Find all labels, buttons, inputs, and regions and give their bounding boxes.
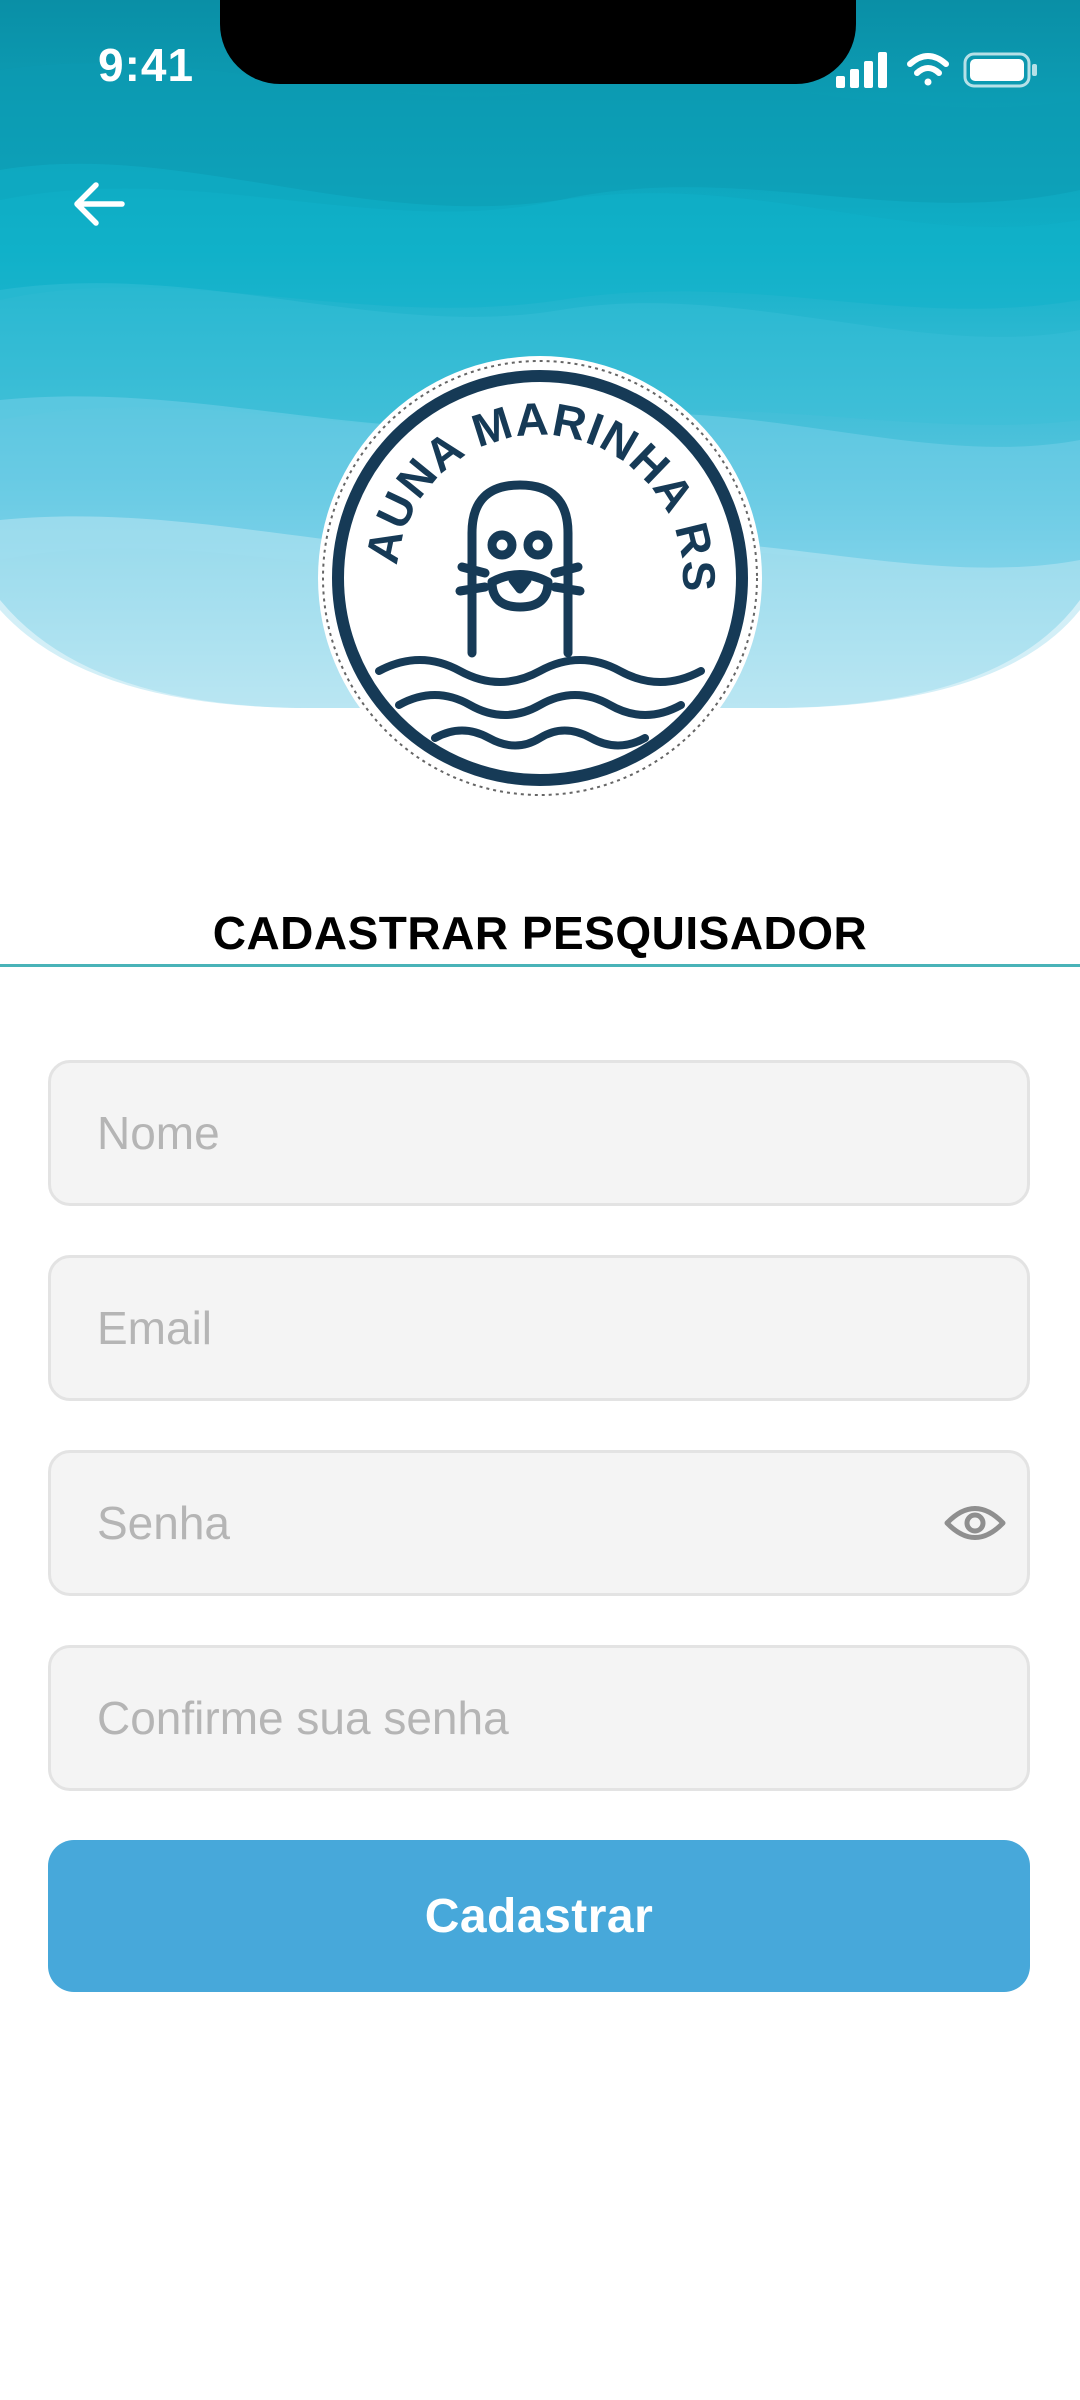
page-title: CADASTRAR PESQUISADOR [212,907,868,959]
arrow-left-icon [74,182,125,226]
cellular-signal-icon [836,52,887,88]
name-input[interactable] [51,1063,1027,1203]
password-input[interactable] [51,1453,1027,1593]
title-divider [0,964,1080,967]
status-icons [836,52,1037,88]
battery-icon [963,52,1037,88]
email-field [48,1255,1030,1401]
fauna-marinha-logo: FAUNA MARINHA RS [317,355,762,800]
wifi-icon [907,53,949,86]
password-field [48,1450,1030,1596]
name-field [48,1060,1030,1206]
eye-icon[interactable] [943,1498,1007,1548]
email-input[interactable] [51,1258,1027,1398]
register-researcher-screen: 9:41 AUNA MARINHA RS CADASTRAR PESQUISAD… [0,0,1080,2400]
confirm-password-field [48,1645,1030,1791]
status-bar: 9:41 [0,0,1080,140]
confirm-password-input[interactable] [51,1648,1027,1788]
back-button[interactable] [60,168,140,240]
status-time: 9:41 [98,39,195,91]
register-button[interactable]: Cadastrar [48,1840,1030,1992]
camera-notch [220,0,856,84]
